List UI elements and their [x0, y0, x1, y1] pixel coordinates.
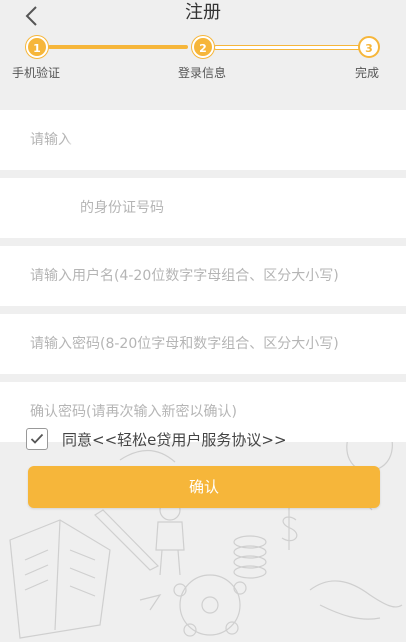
progress-stepper: 1 2 3 手机验证 登录信息 完成 — [0, 36, 406, 110]
realname-field — [0, 110, 406, 170]
idcard-input[interactable] — [28, 199, 406, 217]
username-input[interactable] — [28, 267, 392, 285]
stepper-line-completed — [48, 45, 188, 49]
agreement-checkbox[interactable] — [26, 428, 48, 450]
page-title: 注册 — [185, 2, 221, 23]
check-icon — [30, 433, 44, 444]
registration-form — [0, 110, 406, 450]
password-field — [0, 314, 406, 374]
password-input[interactable] — [28, 335, 392, 353]
confirm-password-input[interactable] — [28, 403, 392, 421]
step-1-dot: 1 — [26, 36, 48, 58]
redaction-mask — [70, 118, 300, 162]
agreement-link[interactable]: <<轻松e贷用户服务协议>> — [92, 429, 287, 450]
idcard-field — [0, 178, 406, 238]
agreement-row: 同意 <<轻松e贷用户服务协议>> — [26, 428, 287, 450]
step-2-dot: 2 — [192, 36, 214, 58]
step-2-label: 登录信息 — [178, 66, 227, 80]
stepper-line-pending — [214, 44, 360, 50]
agreement-prefix: 同意 — [62, 430, 93, 449]
confirm-button[interactable]: 确认 — [28, 466, 380, 508]
step-3-label: 完成 — [355, 66, 380, 80]
step-1-label: 手机验证 — [12, 66, 61, 80]
username-field — [0, 246, 406, 306]
app-header: 注册 — [0, 0, 406, 36]
step-3-dot: 3 — [358, 36, 380, 58]
